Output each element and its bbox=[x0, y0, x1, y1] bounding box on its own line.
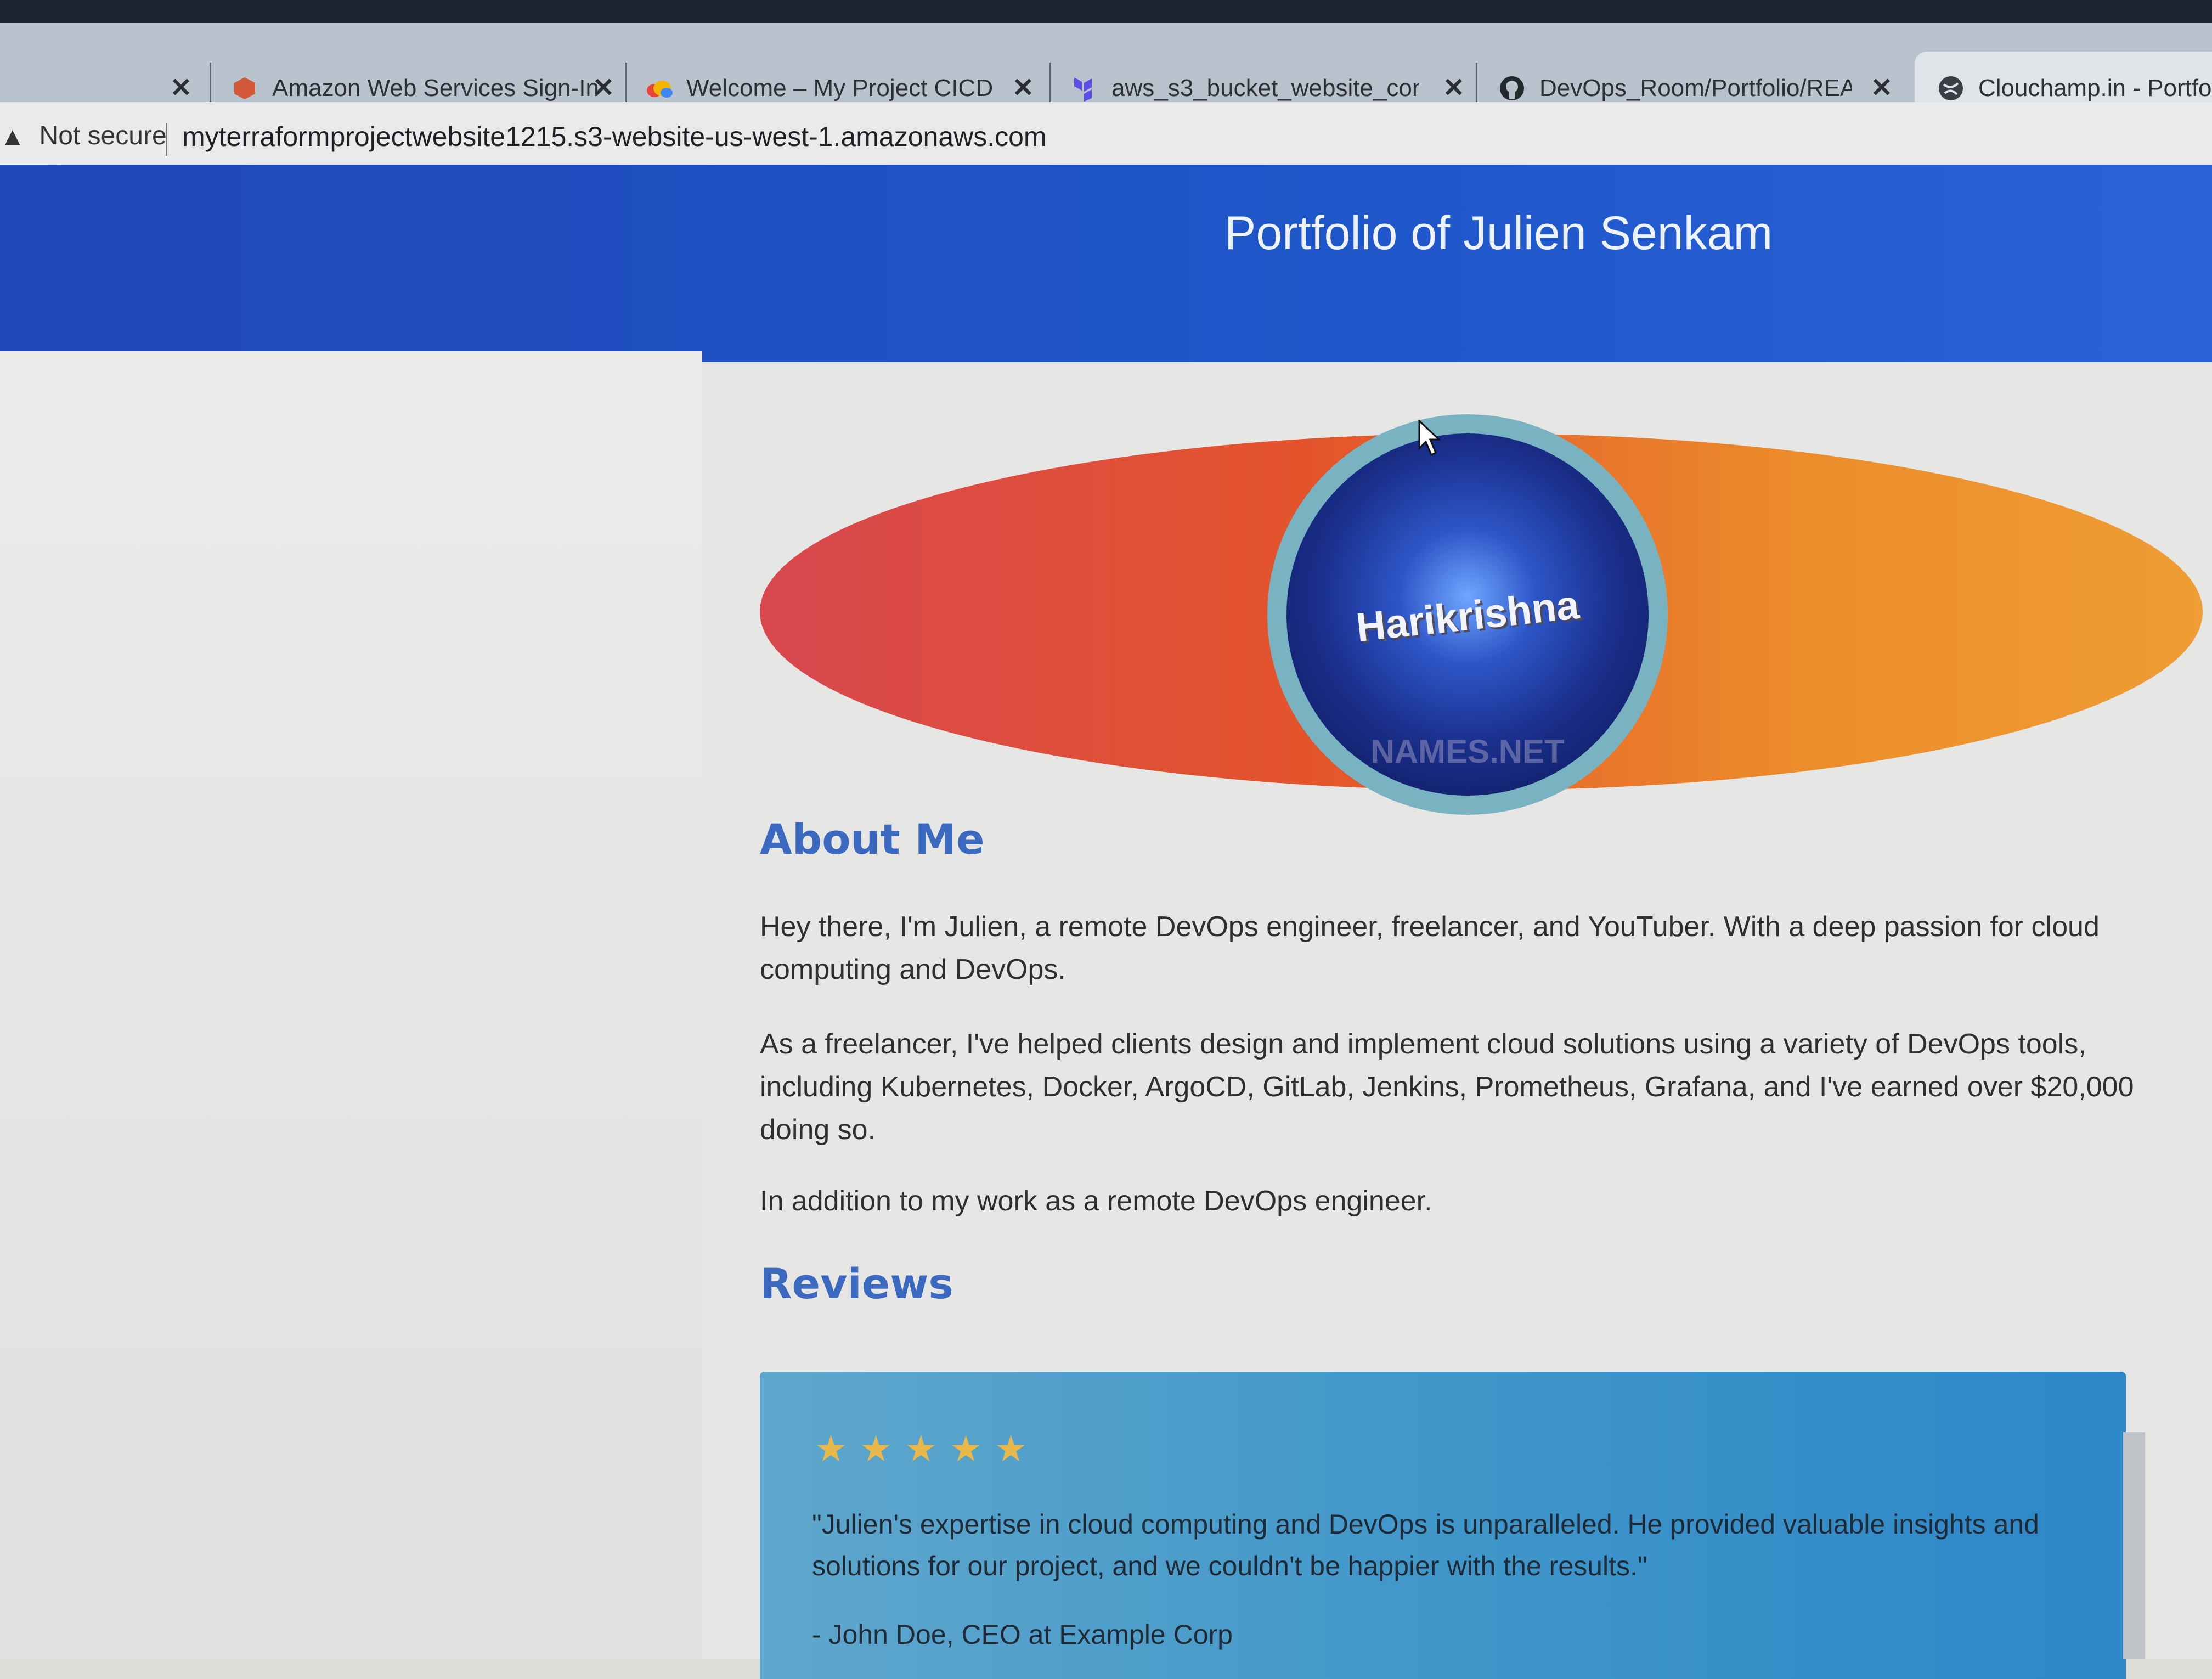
about-heading: About Me bbox=[760, 815, 985, 864]
tab-title: Welcome – My Project CICD – G bbox=[686, 75, 999, 102]
address-divider bbox=[166, 123, 167, 156]
reviews-heading: Reviews bbox=[760, 1259, 953, 1308]
about-paragraph: As a freelancer, I've helped clients des… bbox=[760, 1028, 2134, 1146]
review-author: - John Doe, CEO at Example Corp bbox=[812, 1619, 1233, 1650]
tab-title: Amazon Web Services Sign-In bbox=[272, 75, 599, 102]
about-paragraph: Hey there, I'm Julien, a remote DevOps e… bbox=[760, 911, 2100, 985]
security-label: Not secure bbox=[39, 121, 167, 150]
star-icon: ★ bbox=[905, 1428, 938, 1469]
close-icon[interactable]: ✕ bbox=[1871, 72, 1893, 103]
tab-title: aws_s3_bucket_website_configu bbox=[1111, 75, 1419, 102]
about-paragraph: In addition to my work as a remote DevOp… bbox=[760, 1185, 1432, 1217]
github-favicon-icon bbox=[1498, 74, 1526, 103]
globe-favicon-icon bbox=[1937, 74, 1965, 103]
mouse-cursor-icon bbox=[1418, 420, 1440, 457]
terraform-favicon-icon bbox=[1070, 74, 1098, 103]
page-title: Portfolio of Julien Senkam bbox=[1224, 207, 1773, 260]
cloud-favicon-icon bbox=[645, 74, 673, 103]
left-sidebar bbox=[0, 351, 702, 1659]
warning-icon: ▲ bbox=[0, 121, 25, 150]
review-card: ★ ★ ★ ★ ★ "Julien's expertise in cloud c… bbox=[760, 1372, 2126, 1679]
review-scrollbar[interactable] bbox=[2123, 1432, 2145, 1659]
security-indicator[interactable]: ▲ Not secure bbox=[0, 121, 167, 151]
close-icon[interactable]: ✕ bbox=[592, 72, 614, 103]
url-text[interactable]: myterraformprojectwebsite1215.s3-website… bbox=[182, 121, 1047, 153]
aws-favicon-icon bbox=[230, 74, 259, 103]
tab-title: Clouchamp.in - Portfoli bbox=[1978, 75, 2212, 102]
avatar: Harikrishna NAMES.NET bbox=[1286, 433, 1649, 796]
star-icon: ★ bbox=[860, 1428, 893, 1469]
review-quote: "Julien's expertise in cloud computing a… bbox=[812, 1509, 2039, 1581]
star-icon: ★ bbox=[815, 1428, 848, 1469]
tab-title: DevOps_Room/Portfolio/READM bbox=[1539, 75, 1852, 102]
tab-strip: ✕ Amazon Web Services Sign-In ✕ Welcome … bbox=[0, 23, 2212, 125]
close-icon[interactable]: ✕ bbox=[1012, 72, 1034, 103]
star-icon: ★ bbox=[950, 1428, 983, 1469]
avatar-name-text: Harikrishna bbox=[1354, 581, 1581, 651]
avatar-watermark: NAMES.NET bbox=[1370, 733, 1565, 770]
star-rating: ★ ★ ★ ★ ★ bbox=[815, 1428, 1028, 1469]
close-icon[interactable]: ✕ bbox=[1443, 72, 1465, 103]
star-icon: ★ bbox=[995, 1428, 1028, 1469]
close-icon[interactable]: ✕ bbox=[170, 72, 192, 103]
